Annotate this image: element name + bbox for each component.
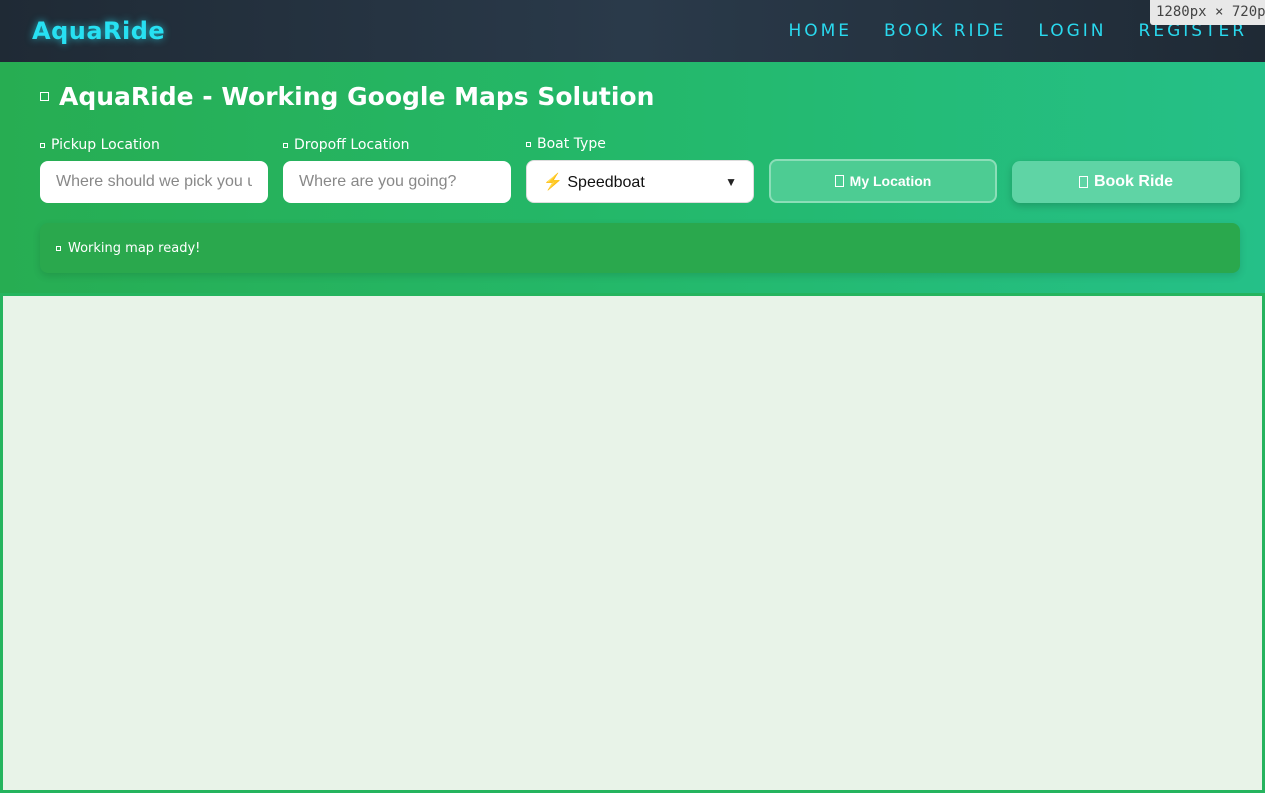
book-ride-button[interactable]: Book Ride: [1012, 161, 1240, 203]
dropoff-field: Dropoff Location: [283, 135, 511, 203]
boat-type-selected: ⚡ Speedboat: [543, 173, 645, 191]
boat-type-label: Boat Type: [526, 134, 754, 154]
dropoff-label: Dropoff Location: [283, 135, 511, 155]
chevron-down-icon: ▼: [725, 174, 737, 189]
pickup-label: Pickup Location: [40, 135, 268, 155]
book-ride-label: Book Ride: [1093, 173, 1174, 190]
check-icon: [56, 245, 61, 251]
boat-type-label-text: Boat Type: [537, 136, 606, 152]
my-location-label: My Location: [849, 173, 932, 189]
pickup-input[interactable]: [40, 161, 268, 203]
pin-icon: [40, 142, 45, 148]
pickup-field: Pickup Location: [40, 135, 268, 203]
status-text: Working map ready!: [68, 240, 201, 256]
title-icon: [40, 92, 49, 101]
flag-icon: [283, 142, 288, 148]
boat-book-icon: [1078, 176, 1088, 188]
dimension-badge: 1280px × 720px: [1150, 0, 1265, 25]
page-title: AquaRide - Working Google Maps Solution: [40, 82, 654, 111]
location-icon: [834, 175, 844, 187]
nav-link-login[interactable]: LOGIN: [1038, 21, 1106, 41]
boat-type-select[interactable]: ⚡ Speedboat ▼: [526, 160, 754, 203]
my-location-button[interactable]: My Location: [769, 159, 997, 203]
pickup-label-text: Pickup Location: [51, 137, 160, 153]
status-banner: Working map ready!: [40, 223, 1240, 273]
top-navbar: AquaRide HOME BOOK RIDE LOGIN REGISTER: [0, 0, 1265, 62]
dropoff-label-text: Dropoff Location: [294, 137, 410, 153]
nav-link-book-ride[interactable]: BOOK RIDE: [884, 21, 1006, 41]
dropoff-input[interactable]: [283, 161, 511, 203]
boat-type-field: Boat Type ⚡ Speedboat ▼: [526, 134, 754, 203]
map-canvas[interactable]: [0, 293, 1265, 793]
page-title-text: AquaRide - Working Google Maps Solution: [59, 82, 655, 111]
boat-icon: [526, 141, 531, 147]
nav-link-home[interactable]: HOME: [788, 21, 852, 41]
brand-logo[interactable]: AquaRide: [32, 17, 165, 45]
